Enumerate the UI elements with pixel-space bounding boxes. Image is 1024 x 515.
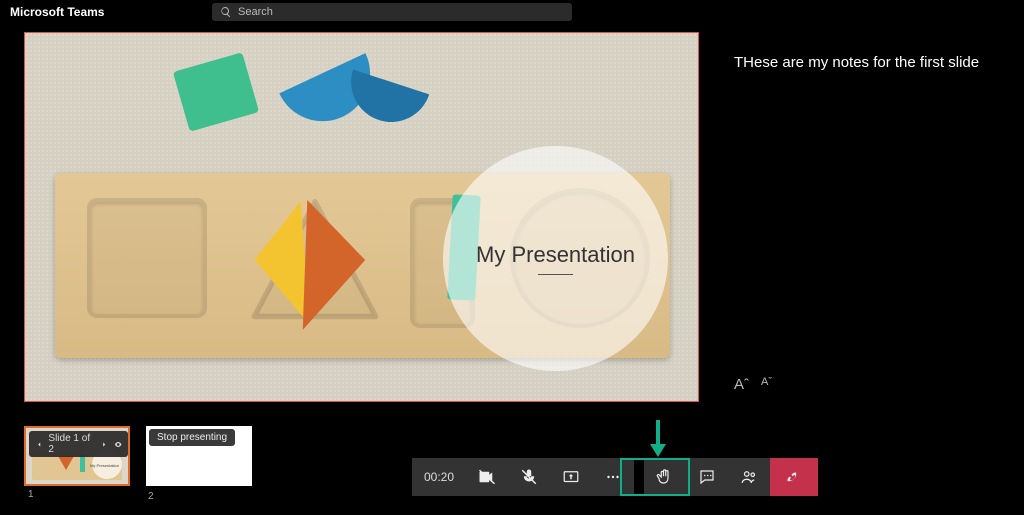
title-underline [538,274,573,275]
mic-off-icon [520,468,538,486]
chevron-right-icon[interactable] [100,440,108,449]
slot-square [87,198,207,318]
share-screen-icon [562,468,580,486]
main-area: My Presentation THese are my notes for t… [0,24,1024,409]
block-green [173,52,259,131]
slide-thumbnail-2[interactable]: Stop presenting 2 [146,426,252,486]
piece-triangle-yellow [251,201,309,327]
participants-button[interactable] [728,468,770,486]
search-icon [220,6,232,18]
slide-title: My Presentation [476,242,635,268]
piece-triangle-orange [303,200,368,332]
hand-icon [656,468,674,486]
slide-nav-label: Slide 1 of 2 [48,433,95,455]
thumb-number-2: 2 [148,491,154,502]
call-timer: 00:20 [412,470,466,484]
annotation-arrow [647,418,669,458]
search-placeholder: Search [238,6,273,18]
hangup-icon [785,468,803,486]
raise-hand-button[interactable] [644,468,686,486]
current-slide[interactable]: My Presentation [24,32,699,402]
hangup-button[interactable] [770,458,818,496]
eye-icon[interactable] [114,440,122,449]
stop-presenting-button[interactable]: Stop presenting [149,429,235,446]
chevron-left-icon[interactable] [35,440,43,449]
notes-panel: THese are my notes for the first slide A… [720,24,1024,409]
slide-nav-overlay: Slide 1 of 2 [29,431,128,457]
slide-title-circle: My Presentation [443,146,668,371]
camera-button[interactable] [466,468,508,486]
people-icon [740,468,758,486]
thumbnail-row: My Presentation Slide 1 of 2 1 Stop pres… [24,426,252,486]
chat-icon [698,468,716,486]
mic-button[interactable] [508,468,550,486]
call-toolbar: 00:20 [412,458,818,496]
font-increase-button[interactable]: Aˆ [734,376,749,393]
slide-thumbnail-1[interactable]: My Presentation Slide 1 of 2 1 [24,426,130,486]
more-button[interactable] [592,468,634,486]
ellipsis-icon [604,468,622,486]
notes-text[interactable]: THese are my notes for the first slide [734,52,1010,73]
font-size-controls: Aˆ Aˇ [734,376,1010,399]
chat-button[interactable] [686,468,728,486]
top-bar: Microsoft Teams Search [0,0,1024,24]
thumb-number-1: 1 [28,489,34,500]
camera-off-icon [478,468,496,486]
font-decrease-button[interactable]: Aˇ [761,376,772,393]
app-title: Microsoft Teams [4,5,204,19]
slide-area: My Presentation [0,24,720,409]
share-button[interactable] [550,468,592,486]
search-input[interactable]: Search [212,3,572,21]
